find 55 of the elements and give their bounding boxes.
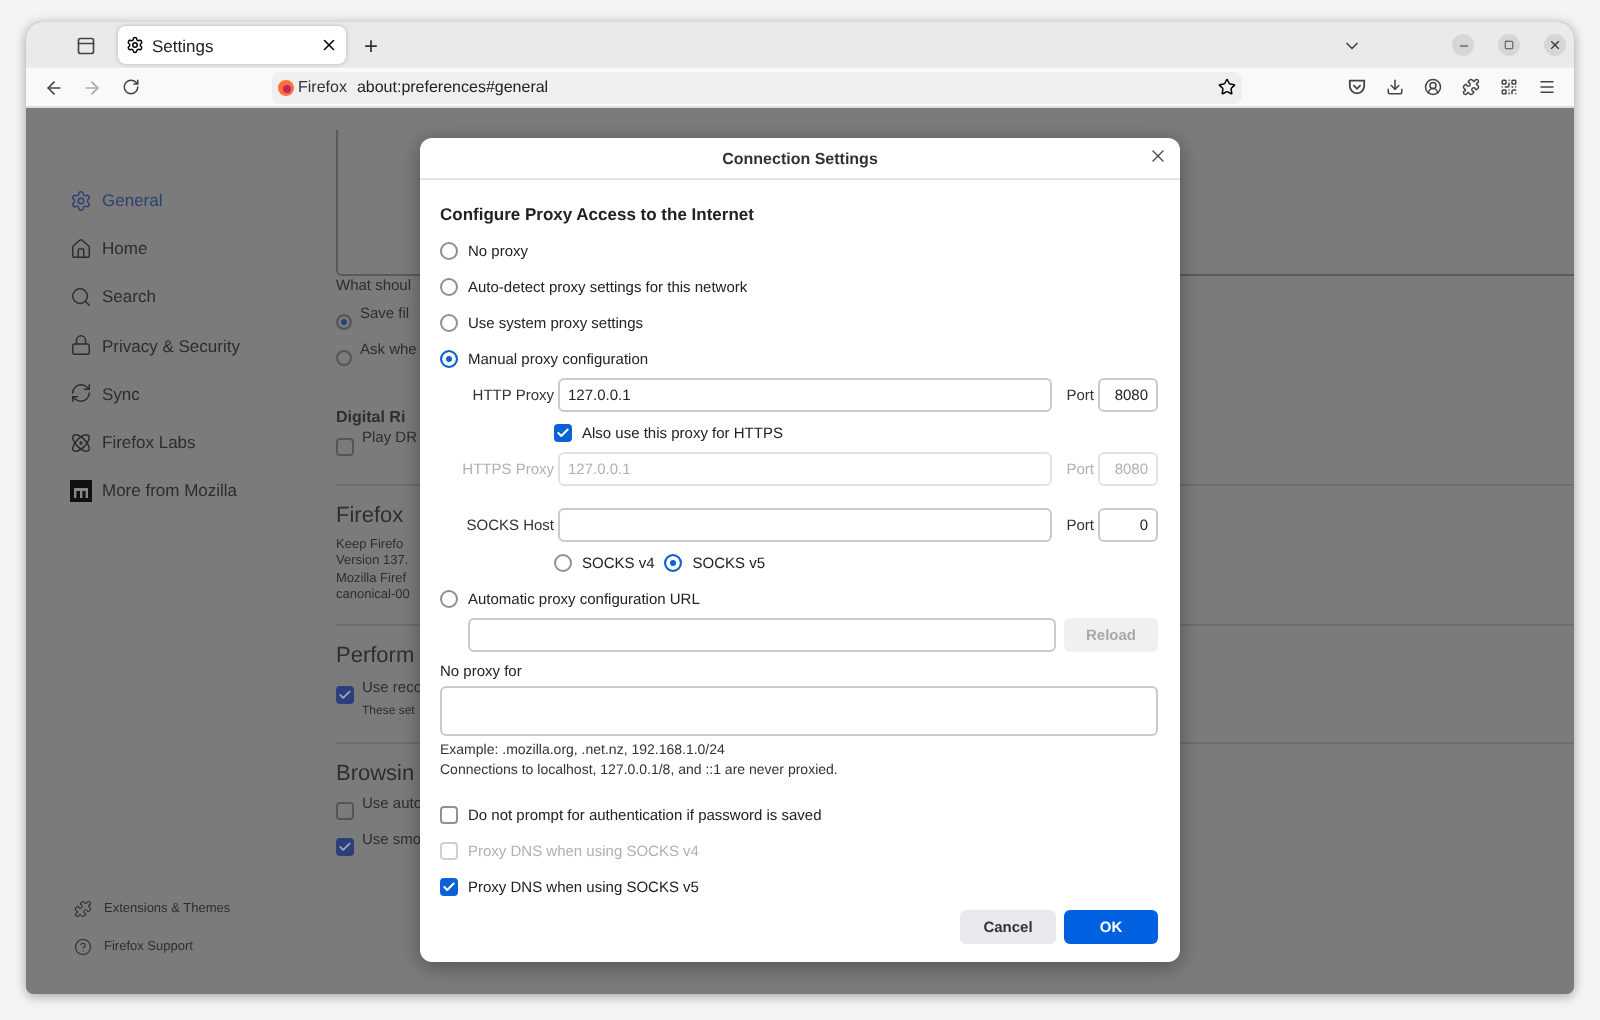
section-title: Perform (336, 642, 415, 672)
radio-button[interactable] (336, 314, 352, 330)
checkbox[interactable] (336, 437, 354, 456)
close-button[interactable] (1148, 146, 1168, 166)
sidebar-item[interactable]: Privacy & Security (70, 321, 336, 370)
checkbox[interactable] (336, 802, 354, 821)
tab-title: Settings (152, 35, 216, 55)
url-text: about:preferences#general (356, 78, 551, 96)
square-logo-icon (70, 479, 92, 502)
maximize-icon[interactable] (1498, 34, 1520, 56)
dialog-title: Connection Settings (722, 149, 878, 167)
radio-button[interactable] (554, 553, 572, 571)
help-icon (74, 938, 92, 956)
checkbox[interactable] (440, 805, 458, 823)
puzzle-icon (74, 900, 92, 918)
close-icon[interactable] (320, 36, 338, 54)
checkbox[interactable] (554, 423, 572, 441)
sidebar-item[interactable]: Home (70, 224, 336, 273)
radio-button[interactable] (440, 313, 458, 331)
checkbox[interactable] (440, 877, 458, 895)
star-icon[interactable] (1218, 78, 1236, 96)
section-heading: Configure Proxy Access to the Internet (440, 204, 756, 224)
url-field[interactable] (468, 618, 1056, 652)
settings-icon (126, 36, 144, 54)
sidebar-item[interactable]: Sync (70, 369, 336, 418)
radio-button[interactable] (440, 241, 458, 259)
sidebar-item[interactable]: Firefox Labs (70, 417, 336, 467)
no-proxy-field[interactable] (440, 686, 1158, 736)
atom-icon (70, 431, 92, 454)
sidebar-item[interactable]: General (70, 176, 336, 225)
browser-tab[interactable]: Settings (118, 26, 346, 64)
minimize-icon[interactable] (1452, 34, 1474, 56)
radio-button[interactable] (664, 553, 683, 571)
sync-icon (70, 382, 92, 405)
identity-label: Firefox (278, 78, 347, 96)
address-bar[interactable]: Firefox about:preferences#general (272, 71, 1242, 103)
search-icon (70, 285, 92, 308)
radio-button[interactable] (440, 349, 458, 367)
section-title: Firefox (336, 502, 404, 532)
section-title: Digital Ri (336, 408, 406, 429)
settings-icon (70, 189, 92, 212)
section-title: Browsin (336, 759, 415, 788)
browser-logo-icon (278, 79, 294, 95)
home-icon (70, 237, 92, 260)
lock-icon (70, 334, 92, 357)
radio-button[interactable] (440, 589, 458, 607)
radio-button[interactable] (440, 277, 458, 295)
new-tab-button[interactable]: + (358, 31, 385, 59)
checkbox[interactable] (336, 838, 354, 857)
checkbox[interactable] (336, 686, 354, 705)
host-field[interactable] (558, 508, 1052, 542)
sidebar-item[interactable]: More from Mozilla (70, 466, 336, 515)
radio-button[interactable] (336, 350, 352, 366)
close-icon[interactable] (1544, 34, 1566, 56)
sidebar-item[interactable]: Search (70, 272, 336, 322)
